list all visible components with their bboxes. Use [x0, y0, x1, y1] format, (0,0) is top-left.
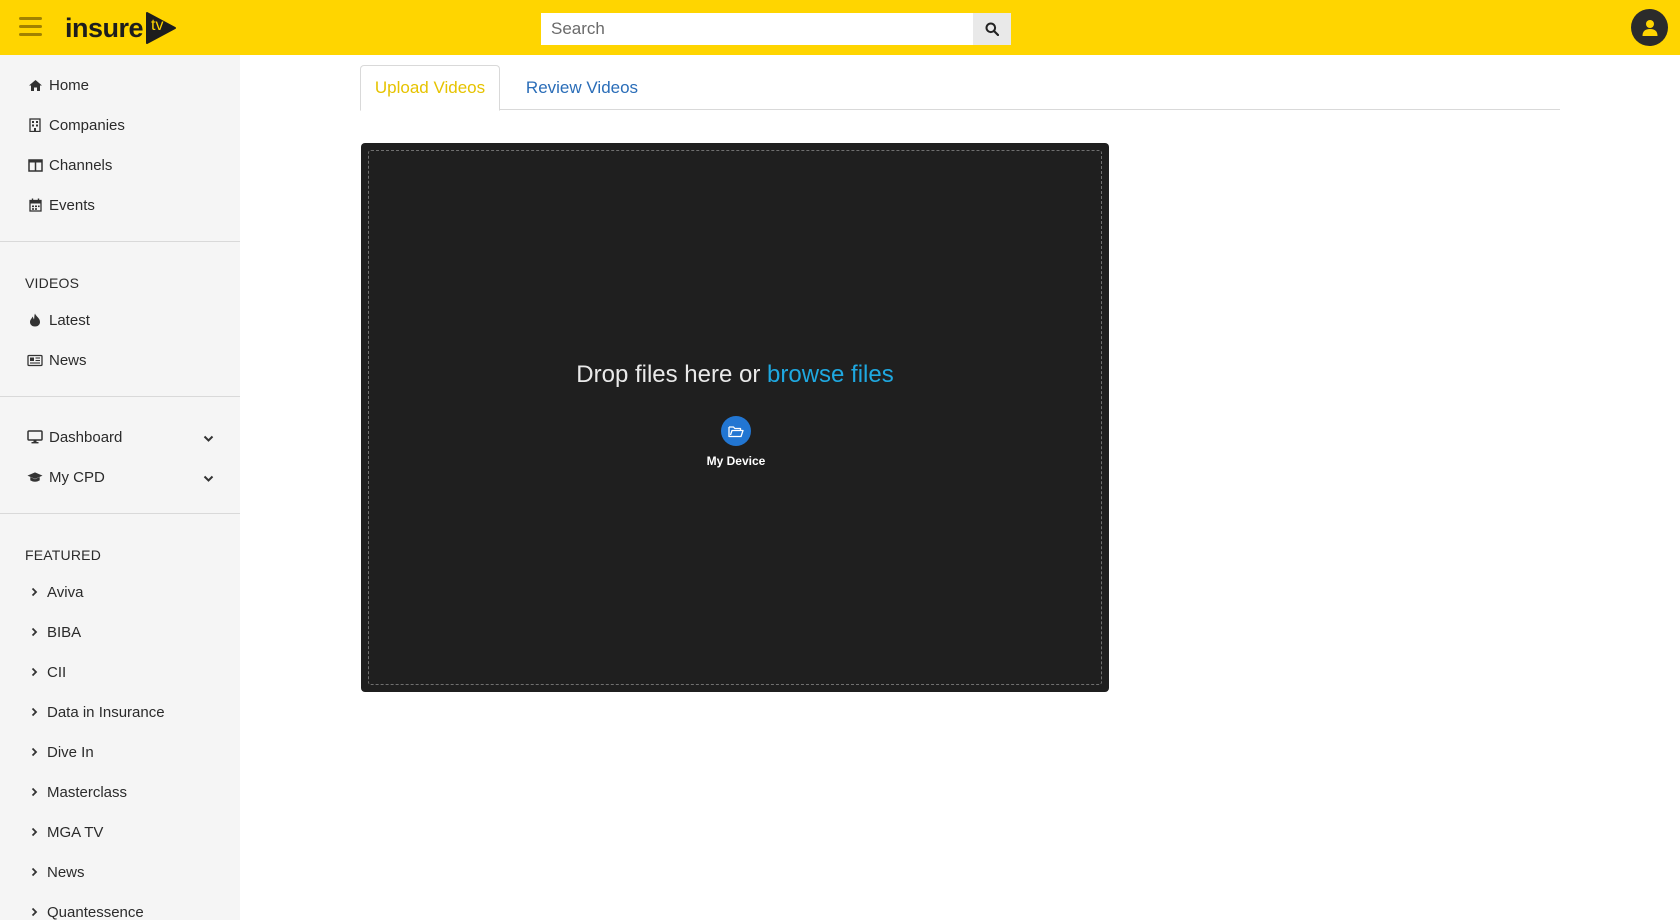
- calendar-icon: [27, 197, 43, 213]
- sidebar-item-dive-in[interactable]: Dive In: [0, 732, 240, 772]
- upload-dropzone[interactable]: Drop files here or browse files My Devic…: [361, 143, 1109, 692]
- sidebar: Home Companies Channels Events VIDEOS La…: [0, 55, 240, 920]
- chevron-down-icon[interactable]: [203, 430, 214, 447]
- chevron-right-icon: [31, 624, 38, 641]
- sidebar-item-label: CII: [47, 663, 67, 681]
- featured-section-title: FEATURED: [25, 547, 102, 563]
- chevron-right-icon: [31, 784, 38, 801]
- user-avatar[interactable]: [1631, 9, 1668, 46]
- tab-review-videos[interactable]: Review Videos: [517, 65, 647, 110]
- sidebar-item-label: Masterclass: [47, 783, 128, 801]
- sidebar-item-label: Data in Insurance: [47, 703, 165, 721]
- sidebar-item-label: Aviva: [47, 583, 84, 601]
- search-button[interactable]: [973, 13, 1011, 45]
- chevron-right-icon: [31, 904, 38, 920]
- fire-icon: [27, 312, 43, 328]
- sidebar-item-featured-news[interactable]: News: [0, 852, 240, 892]
- columns-icon: [27, 157, 43, 173]
- sidebar-item-label: Quantessence: [47, 903, 144, 920]
- sidebar-item-label: Channels: [49, 156, 113, 174]
- chevron-right-icon: [31, 864, 38, 881]
- chevron-right-icon: [31, 744, 38, 761]
- drop-instruction: Drop files here or browse files: [369, 361, 1101, 389]
- sidebar-item-data-in-insurance[interactable]: Data in Insurance: [0, 692, 240, 732]
- chevron-right-icon: [31, 584, 38, 601]
- device-source-circle: [721, 416, 751, 446]
- sidebar-item-label: MGA TV: [47, 823, 104, 841]
- home-icon: [27, 77, 43, 93]
- chevron-right-icon: [31, 664, 38, 681]
- sidebar-item-latest[interactable]: Latest: [0, 300, 240, 340]
- hamburger-menu-icon[interactable]: [19, 17, 42, 37]
- my-device-button[interactable]: My Device: [693, 416, 779, 471]
- sidebar-item-label: Events: [49, 196, 95, 214]
- sidebar-item-channels[interactable]: Channels: [0, 145, 240, 185]
- user-icon: [1642, 19, 1657, 36]
- desktop-icon: [27, 429, 43, 445]
- videos-section-title: VIDEOS: [25, 275, 80, 291]
- sidebar-item-label: Latest: [49, 311, 90, 329]
- sidebar-item-my-cpd[interactable]: My CPD: [0, 457, 240, 497]
- sidebar-item-aviva[interactable]: Aviva: [0, 572, 240, 612]
- sidebar-item-home[interactable]: Home: [0, 65, 240, 105]
- search-icon: [985, 22, 999, 36]
- sidebar-item-events[interactable]: Events: [0, 185, 240, 225]
- my-device-label: My Device: [706, 454, 766, 468]
- top-header: insure tv: [0, 0, 1680, 55]
- sidebar-item-quantessence[interactable]: Quantessence: [0, 892, 240, 920]
- chevron-down-icon[interactable]: [203, 470, 214, 487]
- sidebar-item-label: Home: [49, 76, 90, 94]
- sidebar-item-biba[interactable]: BIBA: [0, 612, 240, 652]
- search-input[interactable]: [541, 13, 973, 45]
- sidebar-item-dashboard[interactable]: Dashboard: [0, 417, 240, 457]
- sidebar-item-label: Dive In: [47, 743, 94, 761]
- folder-open-icon: [728, 425, 744, 437]
- sidebar-item-label: News: [47, 863, 85, 881]
- logo[interactable]: insure tv: [65, 9, 177, 47]
- logo-play-icon: tv: [145, 11, 177, 45]
- search-bar: [541, 13, 1011, 45]
- logo-text: insure: [65, 12, 144, 43]
- building-icon: [27, 117, 43, 133]
- sidebar-item-label: Companies: [49, 116, 125, 134]
- sidebar-item-label: News: [49, 351, 87, 369]
- dropzone-border: Drop files here or browse files My Devic…: [368, 150, 1102, 685]
- sidebar-item-label: My CPD: [49, 468, 105, 486]
- tab-upload-videos[interactable]: Upload Videos: [360, 65, 500, 111]
- drop-text-prefix: Drop files here or: [576, 361, 761, 388]
- sidebar-item-masterclass[interactable]: Masterclass: [0, 772, 240, 812]
- sidebar-item-label: BIBA: [47, 623, 82, 641]
- browse-files-link[interactable]: browse files: [767, 361, 894, 388]
- sidebar-item-news[interactable]: News: [0, 340, 240, 380]
- sidebar-item-label: Dashboard: [49, 428, 123, 446]
- graduation-cap-icon: [27, 469, 43, 485]
- logo-suffix: tv: [151, 17, 164, 34]
- chevron-right-icon: [31, 824, 38, 841]
- sidebar-item-companies[interactable]: Companies: [0, 105, 240, 145]
- video-tabs: Upload Videos Review Videos: [360, 65, 1560, 111]
- sidebar-item-cii[interactable]: CII: [0, 652, 240, 692]
- sidebar-item-mga-tv[interactable]: MGA TV: [0, 812, 240, 852]
- newspaper-icon: [27, 352, 43, 368]
- chevron-right-icon: [31, 704, 38, 721]
